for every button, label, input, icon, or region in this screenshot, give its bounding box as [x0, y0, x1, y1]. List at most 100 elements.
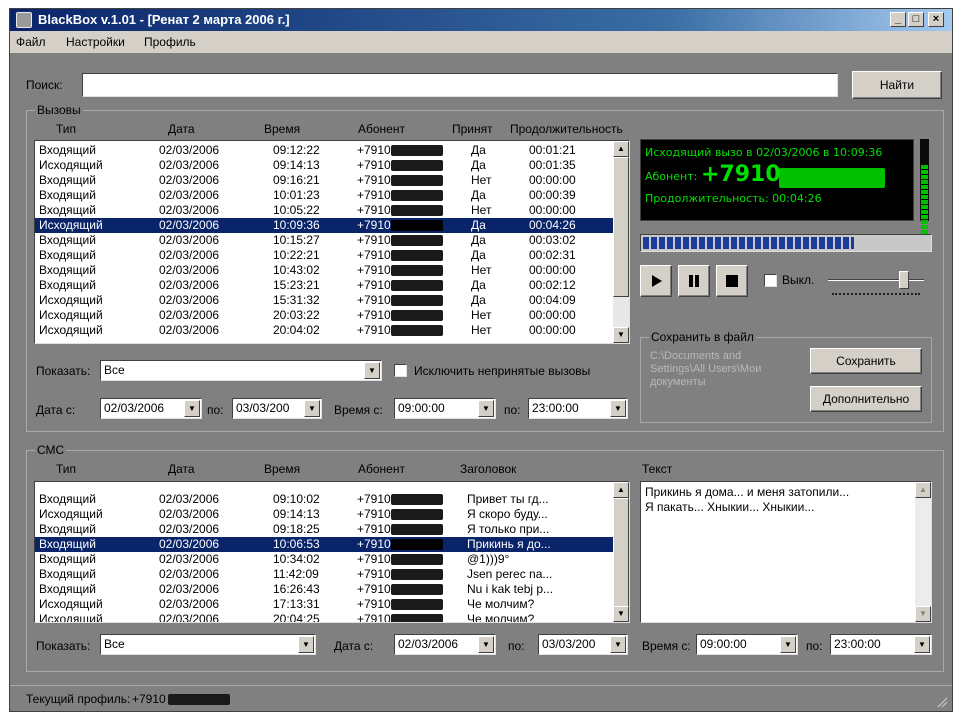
call-cell-accepted: Да: [471, 158, 486, 172]
call-row[interactable]: Исходящий 02/03/2006 15:31:32 +7910 Да 00:04:…: [35, 293, 613, 308]
sms-row[interactable]: Входящий 02/03/2006 09:18:25 +7910 Я только …: [35, 522, 613, 537]
scroll-up-icon[interactable]: ▲: [915, 482, 931, 498]
sms-text-area[interactable]: Прикинь я дома... и меня затопили... Я п…: [640, 481, 932, 623]
calls-show-select[interactable]: Все ▼: [100, 360, 382, 381]
calls-col-type[interactable]: Тип: [56, 122, 76, 136]
call-row[interactable]: Входящий 02/03/2006 09:16:21 +7910 Нет 00:00:…: [35, 173, 613, 188]
vu-segment: [921, 190, 928, 194]
chevron-down-icon[interactable]: ▼: [304, 400, 320, 417]
sms-row[interactable]: Входящий 02/03/2006 09:10:02 +7910 Привет ты…: [35, 492, 613, 507]
sms-cell-subject: @1)))9°: [467, 552, 510, 566]
call-row[interactable]: Исходящий 02/03/2006 20:04:02 +7910 Нет 00:00…: [35, 323, 613, 338]
call-row[interactable]: Входящий 02/03/2006 09:12:22 +7910 Да 00:01:2…: [35, 143, 613, 158]
calls-col-number[interactable]: Абонент: [358, 122, 405, 136]
scroll-thumb[interactable]: [613, 157, 629, 297]
call-row[interactable]: Исходящий 02/03/2006 09:14:13 +7910 Да 00:01:…: [35, 158, 613, 173]
call-row[interactable]: Входящий 02/03/2006 10:05:22 +7910 Нет 00:00:…: [35, 203, 613, 218]
call-row[interactable]: Входящий 02/03/2006 15:23:21 +7910 Да 00:02:1…: [35, 278, 613, 293]
sms-show-select[interactable]: Все ▼: [100, 634, 316, 655]
sms-col-number[interactable]: Абонент: [358, 462, 405, 476]
scroll-thumb[interactable]: [613, 498, 629, 608]
volume-slider[interactable]: [828, 271, 924, 301]
calls-col-time[interactable]: Время: [264, 122, 300, 136]
sms-row[interactable]: Входящий 02/03/2006 11:42:09 +7910 Jsen pere…: [35, 567, 613, 582]
number-redaction: [391, 235, 443, 246]
menu-settings[interactable]: Настройки: [66, 35, 125, 49]
sms-scrollbar[interactable]: ▲ ▼: [613, 482, 629, 622]
call-cell-accepted: Да: [471, 188, 486, 202]
sms-row[interactable]: Входящий 02/03/2006 10:34:02 +7910 @1)))9°: [35, 552, 613, 567]
sms-list[interactable]: ▲ ▼ Входящий 02/03/2006 09:10:02 +7910 Приве…: [34, 481, 630, 623]
call-cell-date: 02/03/2006: [159, 308, 220, 322]
sms-date-to-select[interactable]: 03/03/200 ▼: [538, 634, 628, 655]
calls-date-to-select[interactable]: 03/03/200 ▼: [232, 398, 322, 419]
scroll-up-icon[interactable]: ▲: [613, 141, 629, 157]
maximize-button[interactable]: □: [908, 12, 924, 27]
sms-col-date[interactable]: Дата: [168, 462, 195, 476]
sms-date-from-select[interactable]: 02/03/2006 ▼: [394, 634, 496, 655]
calls-col-date[interactable]: Дата: [168, 122, 195, 136]
sms-row[interactable]: Входящий 02/03/2006 16:26:43 +7910 Nu i kak …: [35, 582, 613, 597]
sms-time-from-select[interactable]: 09:00:00 ▼: [696, 634, 798, 655]
chevron-down-icon[interactable]: ▼: [610, 636, 626, 653]
volume-knob[interactable]: [899, 271, 909, 289]
scroll-down-icon[interactable]: ▼: [915, 606, 931, 622]
sms-cell-type: Исходящий: [39, 612, 103, 623]
calls-col-accepted[interactable]: Принят: [452, 122, 493, 136]
search-input[interactable]: [82, 73, 838, 97]
call-row[interactable]: Входящий 02/03/2006 10:43:02 +7910 Нет 00:00:…: [35, 263, 613, 278]
stop-button[interactable]: [716, 265, 748, 297]
calls-list[interactable]: ▲ ▼ Входящий 02/03/2006 09:12:22 +7910 Да 00:…: [34, 140, 630, 344]
number-redaction: [391, 584, 443, 595]
call-row[interactable]: Входящий 02/03/2006 10:01:23 +7910 Да 00:00:3…: [35, 188, 613, 203]
minimize-button[interactable]: _: [890, 12, 906, 27]
chevron-down-icon[interactable]: ▼: [780, 636, 796, 653]
sms-col-subject[interactable]: Заголовок: [460, 462, 516, 476]
sms-text-scrollbar[interactable]: ▲ ▼: [915, 482, 931, 622]
pause-button[interactable]: [678, 265, 710, 297]
search-label: Поиск:: [26, 78, 63, 92]
chevron-down-icon[interactable]: ▼: [478, 400, 494, 417]
call-row[interactable]: Исходящий 02/03/2006 10:09:36 +7910 Да 00:04:…: [35, 218, 613, 233]
calls-time-to-select[interactable]: 23:00:00 ▼: [528, 398, 628, 419]
title-bar[interactable]: BlackBox v.1.01 - [Ренат 2 марта 2006 г.…: [10, 9, 952, 31]
calls-time-from-select[interactable]: 09:00:00 ▼: [394, 398, 496, 419]
call-cell-accepted: Да: [471, 218, 486, 232]
sms-time-to-select[interactable]: 23:00:00 ▼: [830, 634, 932, 655]
call-row[interactable]: Входящий 02/03/2006 10:22:21 +7910 Да 00:02:3…: [35, 248, 613, 263]
scroll-up-icon[interactable]: ▲: [613, 482, 629, 498]
chevron-down-icon[interactable]: ▼: [298, 636, 314, 653]
scroll-down-icon[interactable]: ▼: [613, 327, 629, 343]
more-button[interactable]: Дополнительно: [810, 386, 922, 412]
chevron-down-icon[interactable]: ▼: [184, 400, 200, 417]
scroll-down-icon[interactable]: ▼: [613, 606, 629, 622]
close-button[interactable]: ×: [928, 12, 944, 27]
play-button[interactable]: [640, 265, 672, 297]
call-row[interactable]: Исходящий 02/03/2006 20:03:22 +7910 Нет 00:00…: [35, 308, 613, 323]
playback-progress[interactable]: [640, 234, 932, 252]
sms-row[interactable]: Исходящий 02/03/2006 09:14:13 +7910 Я скоро …: [35, 507, 613, 522]
calls-date-from-select[interactable]: 02/03/2006 ▼: [100, 398, 202, 419]
resize-grip-icon[interactable]: [936, 696, 948, 708]
save-button[interactable]: Сохранить: [810, 348, 922, 374]
menu-profile[interactable]: Профиль: [144, 35, 196, 49]
chevron-down-icon[interactable]: ▼: [364, 362, 380, 379]
exclude-missed-checkbox[interactable]: [394, 364, 407, 377]
sms-row[interactable]: Исходящий 02/03/2006 20:04:25 +7910 Че молчи…: [35, 612, 613, 623]
calls-col-duration[interactable]: Продолжительность: [510, 122, 623, 136]
mute-checkbox[interactable]: [764, 274, 777, 287]
call-cell-date: 02/03/2006: [159, 158, 220, 172]
sms-row[interactable]: Входящий 02/03/2006 10:06:53 +7910 Прикинь я…: [35, 537, 613, 552]
sms-row[interactable]: Исходящий 02/03/2006 17:13:31 +7910 Че молчи…: [35, 597, 613, 612]
chevron-down-icon[interactable]: ▼: [914, 636, 930, 653]
chevron-down-icon[interactable]: ▼: [610, 400, 626, 417]
sms-col-time[interactable]: Время: [264, 462, 300, 476]
menu-file[interactable]: Файл: [16, 35, 46, 49]
search-button[interactable]: Найти: [852, 71, 942, 99]
calls-scrollbar[interactable]: ▲ ▼: [613, 141, 629, 343]
chevron-down-icon[interactable]: ▼: [478, 636, 494, 653]
call-row[interactable]: Входящий 02/03/2006 10:15:27 +7910 Да 00:03:0…: [35, 233, 613, 248]
sms-col-type[interactable]: Тип: [56, 462, 76, 476]
number-redaction: [391, 145, 443, 156]
number-redaction: [391, 524, 443, 535]
